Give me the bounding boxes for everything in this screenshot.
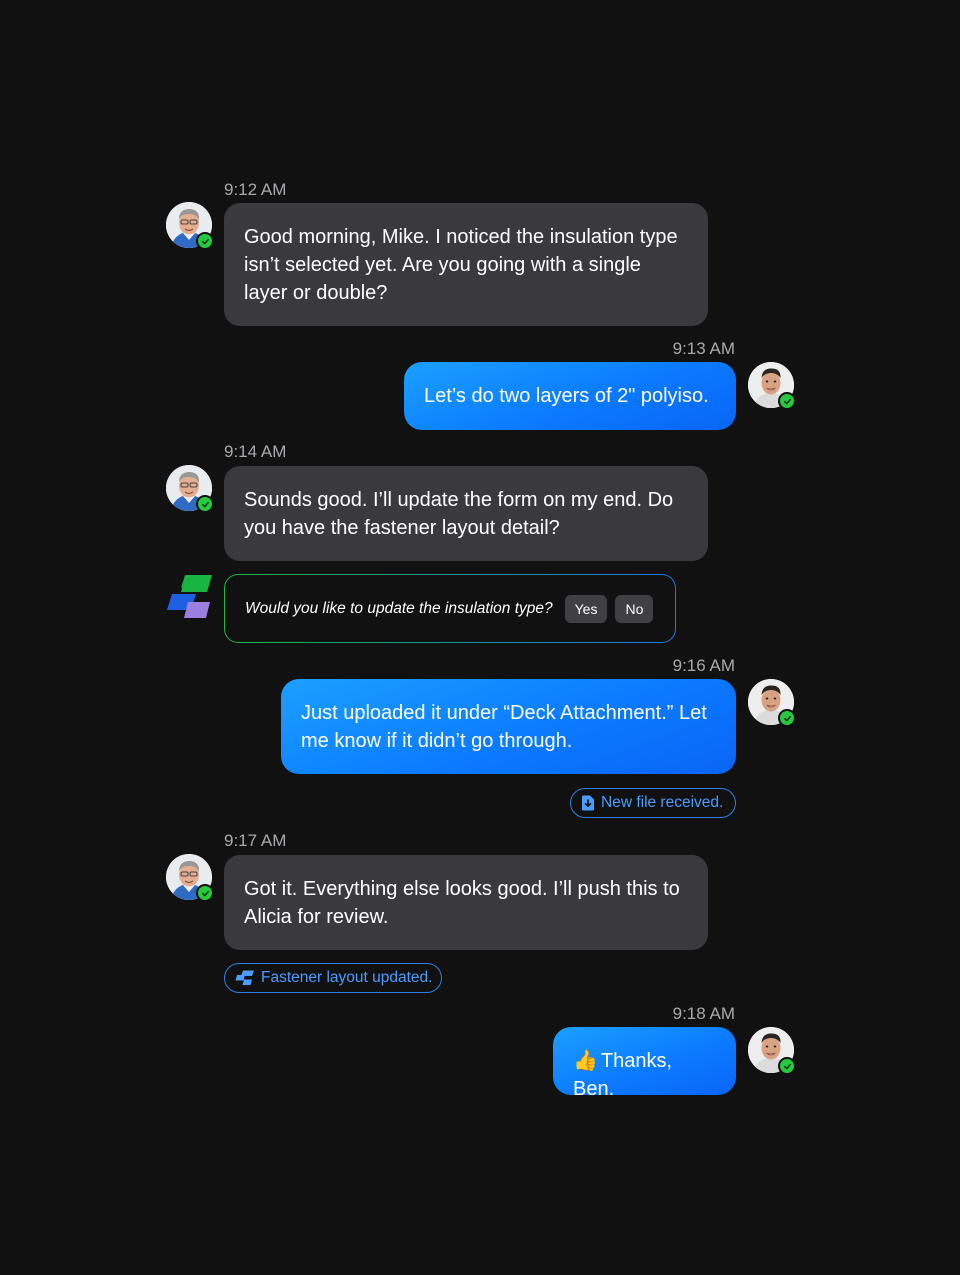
layout-updated-label: Fastener layout updated. [261, 969, 433, 986]
check-icon [778, 392, 796, 410]
message-timestamp: 9:17 AM [224, 831, 287, 850]
thumbs-up-icon: 👍 [573, 1050, 598, 1072]
check-icon [778, 1057, 796, 1075]
avatar-mike[interactable] [748, 679, 796, 727]
file-received-chip[interactable]: New file received. [570, 788, 736, 818]
layout-updated-chip[interactable]: Fastener layout updated. [224, 963, 442, 993]
file-received-label: New file received. [601, 794, 724, 811]
message-bubble-incoming: Good morning, Mike. I noticed the insula… [224, 203, 708, 326]
message-bubble-incoming: Got it. Everything else looks good. I’ll… [224, 855, 708, 950]
file-download-icon [581, 795, 595, 811]
check-icon [778, 709, 796, 727]
message-bubble-outgoing: Just uploaded it under “Deck Attachment.… [281, 679, 736, 774]
avatar-ben[interactable] [166, 465, 214, 513]
avatar-ben[interactable] [166, 202, 214, 250]
app-logo-icon [235, 970, 255, 986]
avatar-ben[interactable] [166, 854, 214, 902]
message-bubble-incoming: Sounds good. I’ll update the form on my … [224, 466, 708, 561]
message-bubble-outgoing: 👍 Thanks, Ben. [553, 1027, 736, 1100]
message-bubble-outgoing: Let’s do two layers of 2" polyiso. [404, 362, 736, 430]
avatar-mike[interactable] [748, 1027, 796, 1075]
avatar-mike[interactable] [748, 362, 796, 410]
check-icon [196, 232, 214, 250]
message-timestamp: 9:18 AM [672, 1004, 735, 1023]
check-icon [196, 495, 214, 513]
no-button[interactable]: No [615, 594, 654, 623]
app-logo-icon [166, 574, 214, 622]
check-icon [196, 884, 214, 902]
message-timestamp: 9:16 AM [672, 656, 735, 675]
message-timestamp: 9:14 AM [224, 442, 287, 461]
message-timestamp: 9:13 AM [672, 339, 735, 358]
message-timestamp: 9:12 AM [224, 180, 287, 199]
prompt-question: Would you like to update the insulation … [245, 599, 553, 617]
assistant-prompt: Would you like to update the insulation … [224, 574, 676, 643]
yes-button[interactable]: Yes [564, 594, 608, 623]
